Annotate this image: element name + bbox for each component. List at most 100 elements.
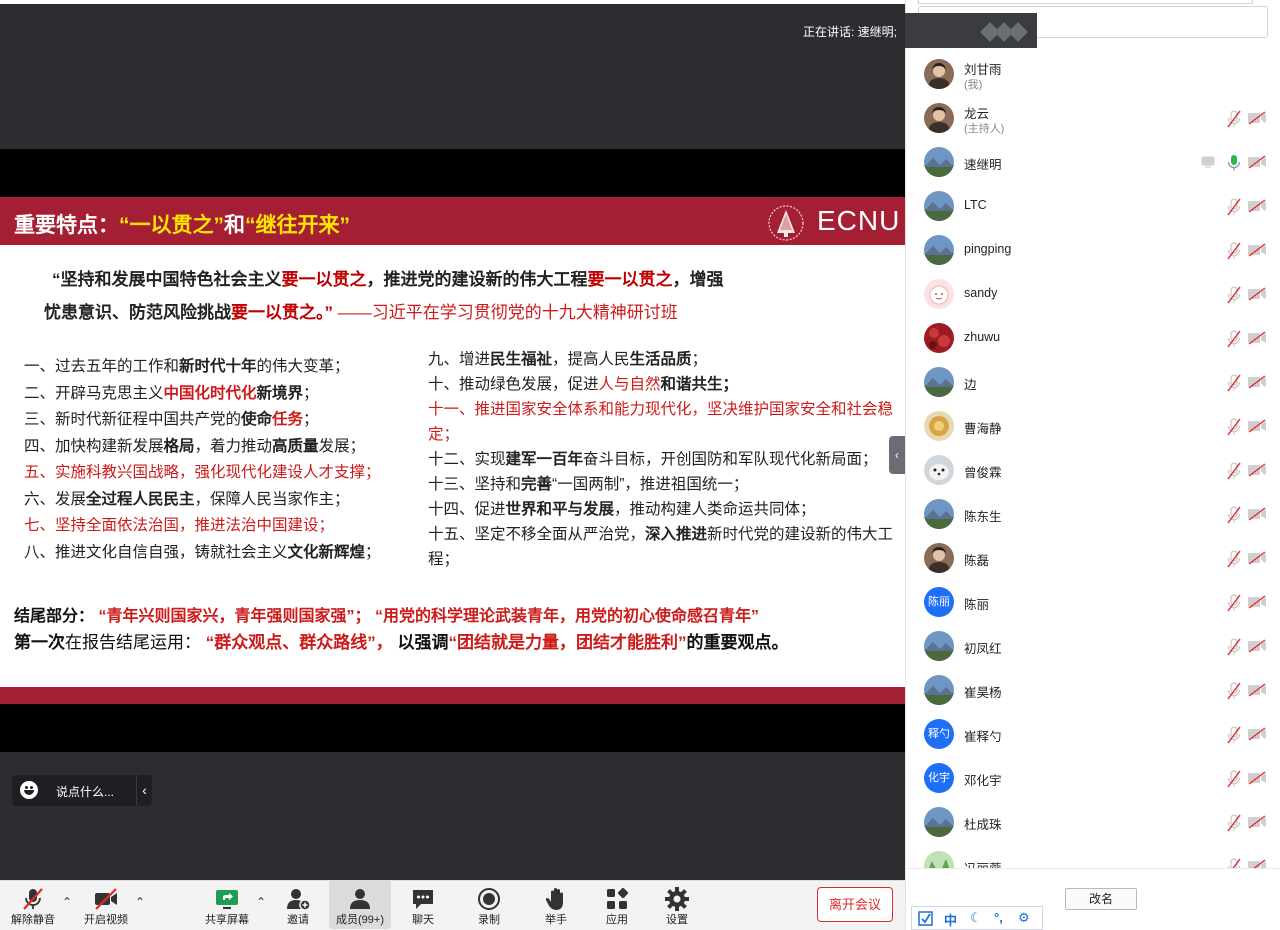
participant-row[interactable]: 曾俊霖	[906, 448, 1280, 492]
invite-button[interactable]: 邀请	[277, 881, 319, 929]
participant-row[interactable]: 释勺 崔释勺	[906, 712, 1280, 756]
mic-muted-icon[interactable]	[1226, 330, 1242, 348]
mic-muted-icon[interactable]	[1226, 462, 1242, 480]
participant-row[interactable]: 陈磊	[906, 536, 1280, 580]
members-button[interactable]: 成员(99+)	[329, 881, 391, 929]
participants-panel: 刘甘雨 (我) 龙云 (主持人) 速继明 LTC pingping sandy zhuwu 边曹海…	[905, 0, 1280, 930]
quote-text: 忧患意识、防范风险挑战	[44, 303, 231, 322]
participant-row[interactable]: LTC	[906, 184, 1280, 228]
camera-off-icon[interactable]	[1247, 199, 1267, 213]
mic-muted-icon[interactable]	[1226, 858, 1242, 868]
title-part: “一以贯之”	[119, 214, 224, 237]
slide-footer-bar	[0, 687, 905, 704]
participant-row[interactable]: 边	[906, 360, 1280, 404]
avatar	[924, 323, 954, 353]
camera-off-icon[interactable]	[1247, 111, 1267, 125]
unmute-button[interactable]: 解除静音	[6, 881, 60, 929]
meeting-toolbar: 解除静音 ⌃ 开启视频 ⌃ 共享屏幕 ⌃ 邀请 成员(99+) 聊天 录制 举手…	[0, 880, 905, 930]
invite-label: 邀请	[287, 914, 309, 926]
share-screen-button[interactable]: 共享屏幕	[200, 881, 254, 929]
camera-off-icon[interactable]	[1247, 419, 1267, 433]
participant-list[interactable]: 刘甘雨 (我) 龙云 (主持人) 速继明 LTC pingping sandy zhuwu 边曹海…	[906, 52, 1280, 868]
mic-muted-icon[interactable]	[1226, 110, 1242, 128]
point-item: 二、开辟马克思主义中国化时代化新境界；	[24, 384, 319, 402]
record-button[interactable]: 录制	[468, 881, 510, 929]
participant-row[interactable]: 杜成珠	[906, 800, 1280, 844]
participant-row[interactable]: 初凤红	[906, 624, 1280, 668]
ime-moon-icon[interactable]: ☾	[970, 910, 982, 926]
shared-screen: 重要特点：“一以贯之”和“继往开来” ECNU “坚持和发展中国特色社会主义要一…	[0, 149, 905, 752]
leave-meeting-button[interactable]: 离开会议	[817, 887, 893, 922]
chat-icon	[413, 890, 433, 909]
camera-off-icon[interactable]	[1247, 507, 1267, 521]
participant-row[interactable]: 陈丽 陈丽	[906, 580, 1280, 624]
mic-muted-icon[interactable]	[1226, 726, 1242, 744]
raise-hand-button[interactable]: 举手	[535, 881, 577, 929]
rename-button[interactable]: 改名	[1065, 888, 1137, 910]
mic-muted-icon[interactable]	[1226, 594, 1242, 612]
camera-off-icon[interactable]	[1247, 683, 1267, 697]
chevron-left-icon[interactable]: ‹	[137, 775, 152, 806]
start-video-button[interactable]: 开启视频	[80, 881, 132, 929]
participant-row[interactable]: pingping	[906, 228, 1280, 272]
camera-off-icon[interactable]	[1247, 859, 1267, 868]
mic-muted-icon[interactable]	[1226, 286, 1242, 304]
collapse-panel-button[interactable]: ‹	[889, 436, 905, 474]
participant-row[interactable]: 冯丽蓉	[906, 844, 1280, 868]
ime-chinese-mode[interactable]: 中	[944, 910, 957, 929]
mic-on-icon[interactable]	[1226, 154, 1242, 172]
participant-row[interactable]: zhuwu	[906, 316, 1280, 360]
participant-row[interactable]: 速继明	[906, 140, 1280, 184]
ime-settings-icon[interactable]: ⚙	[1018, 910, 1030, 926]
caret-up-icon[interactable]: ⌃	[256, 895, 266, 909]
mic-muted-icon[interactable]	[1226, 638, 1242, 656]
avatar	[924, 147, 954, 177]
point-item: 四、加快构建新发展格局，着力推动高质量发展；	[24, 437, 366, 455]
slide-quote: “坚持和发展中国特色社会主义要一以贯之，推进党的建设新的伟大工程要一以贯之，增强…	[44, 263, 844, 329]
camera-off-icon[interactable]	[1247, 243, 1267, 257]
mic-muted-icon[interactable]	[1226, 682, 1242, 700]
mic-muted-icon[interactable]	[1226, 770, 1242, 788]
participant-row[interactable]: 化宇 邓化宇	[906, 756, 1280, 800]
point-item: 五、实施科教兴国战略，强化现代化建设人才支撑；	[24, 464, 381, 481]
participant-row[interactable]: 刘甘雨 (我)	[906, 52, 1280, 96]
camera-off-icon[interactable]	[1247, 639, 1267, 653]
camera-off-icon[interactable]	[1247, 331, 1267, 345]
participant-name: 邓化宇	[964, 774, 1002, 788]
participant-row[interactable]: 崔昊杨	[906, 668, 1280, 712]
avatar	[924, 631, 954, 661]
participant-row[interactable]: 陈东生	[906, 492, 1280, 536]
ime-toolbar[interactable]: 中 ☾ °, ⚙	[911, 906, 1043, 930]
camera-off-icon[interactable]	[1247, 727, 1267, 741]
participant-row[interactable]: 曹海静	[906, 404, 1280, 448]
slide-points-right: 九、增进民生福祉，提高人民生活品质； 十、推动绿色发展，促进人与自然和谐共生； …	[428, 347, 898, 572]
settings-button[interactable]: 设置	[656, 881, 698, 929]
camera-off-icon[interactable]	[1247, 463, 1267, 477]
mic-muted-icon[interactable]	[1226, 506, 1242, 524]
emoji-icon[interactable]	[20, 781, 38, 799]
camera-off-icon[interactable]	[1247, 815, 1267, 829]
mic-muted-icon[interactable]	[1226, 550, 1242, 568]
camera-off-icon[interactable]	[1247, 595, 1267, 609]
mic-muted-icon[interactable]	[1226, 242, 1242, 260]
camera-off-icon[interactable]	[1247, 287, 1267, 301]
reaction-bar[interactable]: 说点什么... ‹	[12, 775, 152, 806]
mic-muted-icon[interactable]	[1226, 418, 1242, 436]
chat-button[interactable]: 聊天	[402, 881, 444, 929]
caret-up-icon[interactable]: ⌃	[135, 895, 145, 909]
reaction-input[interactable]: 说点什么...	[56, 783, 114, 800]
quote-line: “坚持和发展中国特色社会主义要一以贯之，推进党的建设新的伟大工程要一以贯之，增强	[44, 263, 844, 296]
apps-button[interactable]: 应用	[596, 881, 638, 929]
camera-off-icon[interactable]	[1247, 155, 1267, 169]
mic-muted-icon[interactable]	[1226, 198, 1242, 216]
mic-muted-icon[interactable]	[1226, 814, 1242, 832]
camera-off-icon[interactable]	[1247, 375, 1267, 389]
mic-muted-icon[interactable]	[1226, 374, 1242, 392]
camera-off-icon[interactable]	[1247, 551, 1267, 565]
participant-row[interactable]: 龙云 (主持人)	[906, 96, 1280, 140]
participant-row[interactable]: sandy	[906, 272, 1280, 316]
ime-logo-icon[interactable]	[918, 911, 933, 926]
ime-punctuation-icon[interactable]: °,	[994, 910, 1003, 925]
caret-up-icon[interactable]: ⌃	[62, 895, 72, 909]
camera-off-icon[interactable]	[1247, 771, 1267, 785]
